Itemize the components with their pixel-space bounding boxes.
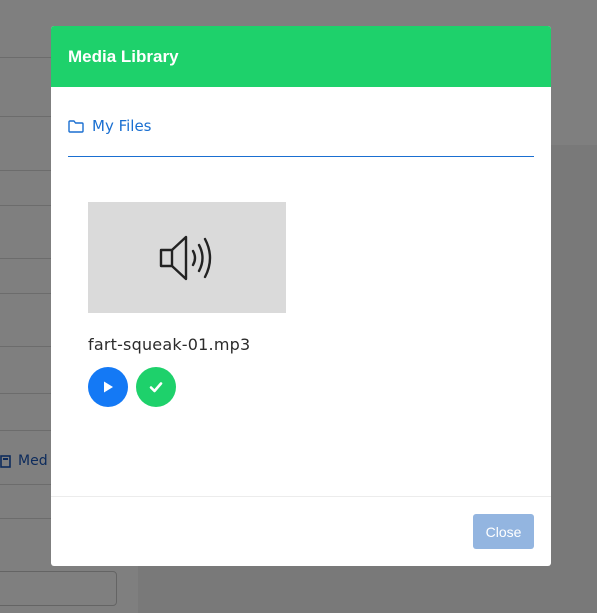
media-library-modal: Media Library My Files fart-squeak-01.mp… (51, 26, 551, 566)
folder-tab-underline (68, 156, 534, 157)
modal-header: Media Library (51, 26, 551, 87)
check-icon (149, 382, 163, 393)
folder-icon (68, 119, 84, 133)
file-name: fart-squeak-01.mp3 (88, 335, 251, 354)
modal-title: Media Library (68, 46, 179, 66)
close-button[interactable]: Close (473, 514, 534, 549)
file-actions (88, 367, 286, 407)
file-thumbnail[interactable] (88, 202, 286, 313)
file-card: fart-squeak-01.mp3 (88, 202, 286, 407)
play-button[interactable] (88, 367, 128, 407)
play-icon (104, 381, 113, 393)
modal-footer-divider (51, 496, 551, 497)
select-button[interactable] (136, 367, 176, 407)
folder-tab-my-files[interactable]: My Files (68, 117, 152, 135)
folder-tab-label: My Files (92, 117, 152, 135)
speaker-icon (159, 235, 212, 280)
